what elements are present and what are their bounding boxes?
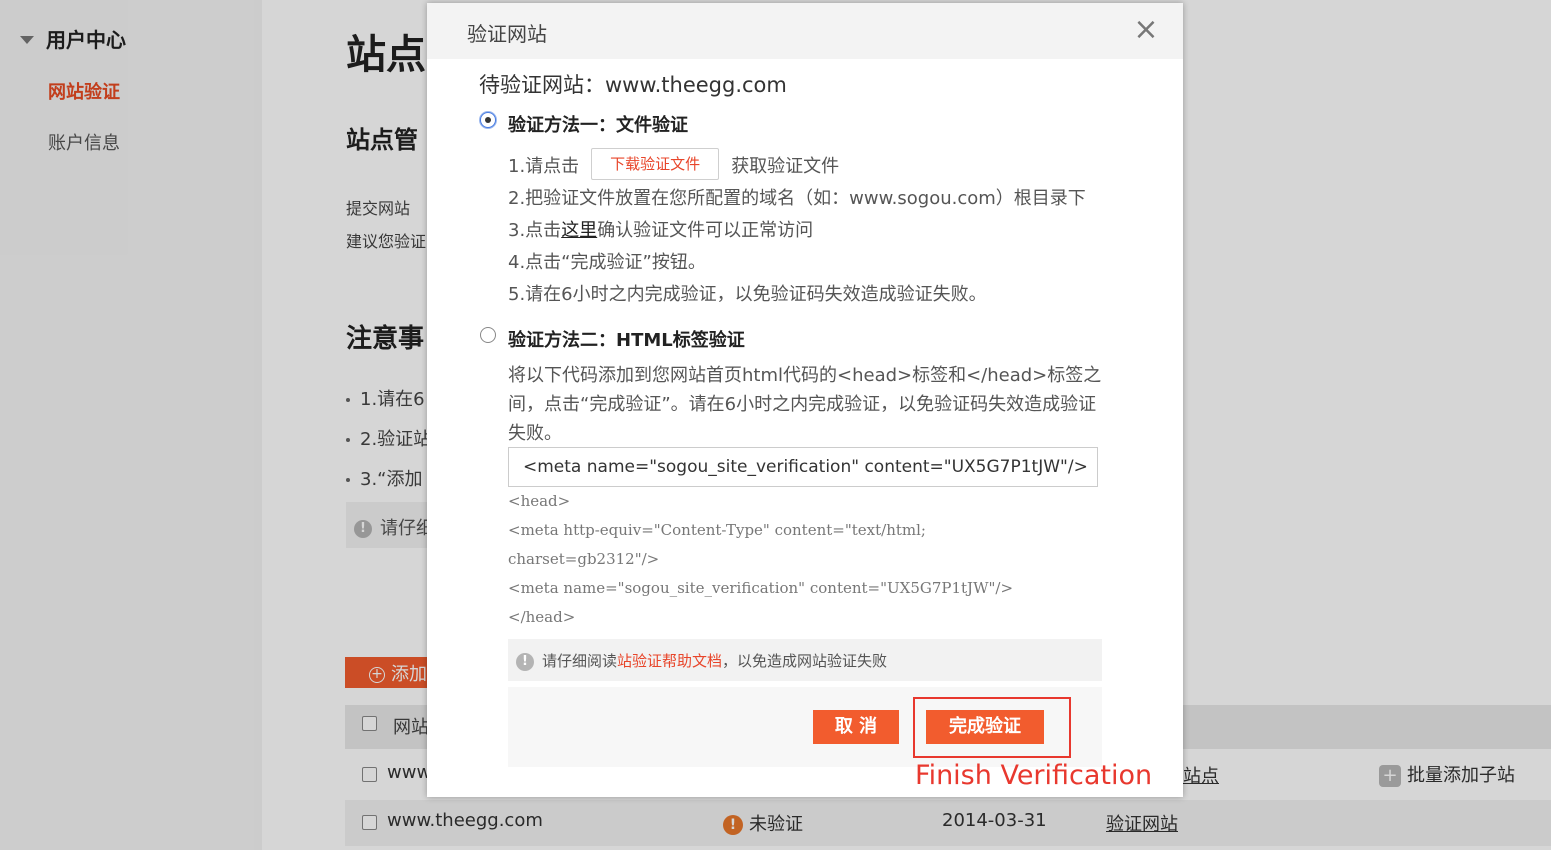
step-5: 5.请在6小时之内完成验证，以免验证码失效造成验证失败。: [508, 284, 987, 305]
step-3-prefix: 3.点击: [508, 220, 562, 241]
step-1-suffix: 获取验证文件: [731, 156, 840, 177]
help-prefix: 请仔细阅读: [542, 652, 618, 670]
close-icon[interactable]: ×: [1131, 15, 1161, 45]
download-verification-file-button[interactable]: 下载验证文件: [591, 148, 720, 180]
warning-icon: !: [516, 652, 534, 671]
step-1-prefix: 1.请点击: [508, 156, 580, 177]
code-example-line: </head>: [508, 608, 576, 626]
method-file-radio[interactable]: [480, 112, 496, 128]
step-4: 4.点击“完成验证”按钮。: [508, 252, 706, 273]
method-html-radio[interactable]: [480, 327, 496, 343]
method-html-title: 验证方法二：HTML标签验证: [508, 330, 745, 351]
method-html-description: 将以下代码添加到您网站首页html代码的<head>标签和</head>标签之间…: [508, 365, 1102, 444]
dialog-title: 验证网站: [467, 22, 547, 46]
step-3-suffix: 确认验证文件可以正常访问: [597, 220, 814, 241]
code-example-line: <head>: [508, 492, 571, 510]
annotation-highlight-box: [913, 697, 1071, 758]
help-doc-link[interactable]: 站验证帮助文档: [617, 652, 722, 670]
code-example-line: <meta name="sogou_site_verification" con…: [508, 579, 1014, 597]
help-suffix: ，以免造成网站验证失败: [722, 652, 888, 670]
code-example-line: charset=gb2312"/>: [508, 550, 660, 568]
step-1: 1.请点击 下载验证文件 获取验证文件: [508, 148, 840, 183]
verify-site-dialog: 验证网站 × 待验证网站：www.theegg.com 验证方法一：文件验证 1…: [427, 3, 1183, 797]
cancel-button[interactable]: 取 消: [813, 710, 899, 744]
step-2: 2.把验证文件放置在您所配置的域名（如：www.sogou.com）根目录下: [508, 188, 1086, 209]
method-file-title: 验证方法一：文件验证: [508, 115, 688, 136]
help-notice: ! 请仔细阅读站验证帮助文档，以免造成网站验证失败: [508, 639, 1102, 681]
step-3: 3.点击这里确认验证文件可以正常访问: [508, 216, 813, 242]
pending-site-label: 待验证网站：www.theegg.com: [479, 73, 787, 97]
annotation-label: Finish Verification: [915, 760, 1153, 791]
meta-code-field[interactable]: <meta name="sogou_site_verification" con…: [508, 447, 1098, 487]
check-here-link[interactable]: 这里: [561, 220, 597, 241]
dialog-header: 验证网站 ×: [427, 3, 1183, 59]
code-example-line: <meta http-equiv="Content-Type" content=…: [508, 521, 926, 539]
